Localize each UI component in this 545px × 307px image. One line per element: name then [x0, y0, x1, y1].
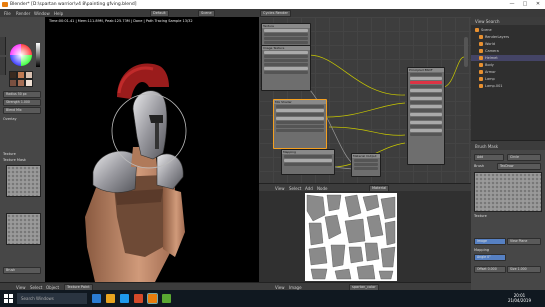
- properties-editor[interactable]: Add Circle Brush TexDraw Texture Image V…: [471, 150, 545, 290]
- ne-menu-add[interactable]: Add: [305, 186, 313, 191]
- texture-label: Texture: [474, 214, 487, 218]
- menu-help[interactable]: Help: [54, 11, 63, 16]
- swatch-fg[interactable]: [17, 71, 25, 79]
- mapping-label: Mapping: [474, 248, 490, 252]
- vp-menu-view[interactable]: View: [16, 285, 26, 290]
- brush-button[interactable]: Brush: [3, 267, 41, 274]
- outliner[interactable]: Scene RenderLayers World Camera Helmet B…: [471, 25, 545, 140]
- add-field[interactable]: Add: [474, 154, 504, 161]
- image-editor[interactable]: [259, 191, 471, 282]
- size-field[interactable]: Size 1.000: [507, 266, 541, 273]
- vp-menu-select[interactable]: Select: [30, 285, 42, 290]
- angle-field[interactable]: Angle 0°: [474, 254, 506, 261]
- world-icon: [479, 42, 483, 46]
- outliner-row[interactable]: Armor: [471, 69, 545, 75]
- swatch-primary[interactable]: [9, 71, 17, 79]
- swatch-5[interactable]: [17, 79, 25, 87]
- maximize-button[interactable]: □: [518, 1, 532, 8]
- 3d-viewport[interactable]: Time:00:01.41 | Mem:111.89M, Peak:125.73…: [45, 17, 259, 282]
- blender-logo-icon: [2, 2, 8, 7]
- swatch-bg[interactable]: [25, 71, 33, 79]
- close-button[interactable]: ✕: [531, 1, 545, 8]
- node-principled-bsdf[interactable]: Principled BSDF: [407, 67, 445, 165]
- layout-selector[interactable]: Default: [150, 10, 169, 17]
- ne-menu-view[interactable]: View: [275, 186, 285, 191]
- window-title: Blender* [D:\spartan warrior\v4 8\painti…: [10, 2, 137, 7]
- blender-taskbar-icon[interactable]: [147, 293, 158, 304]
- outliner-row[interactable]: Camera: [471, 48, 545, 54]
- node-mix-shader[interactable]: Mix Shader: [273, 99, 327, 149]
- lamp-icon: [479, 84, 483, 88]
- uv-islands: [306, 194, 396, 280]
- windows-start-icon[interactable]: [4, 294, 13, 303]
- node-editor-scrollbar[interactable]: [464, 37, 468, 67]
- lamp-icon: [479, 77, 483, 81]
- edge-icon[interactable]: [92, 294, 101, 303]
- outliner-row[interactable]: RenderLayers: [471, 34, 545, 40]
- outliner-row[interactable]: Scene: [471, 27, 545, 33]
- image-type-button[interactable]: Image: [474, 238, 506, 245]
- offset-field[interactable]: Offset 0.000: [474, 266, 506, 273]
- scene-selector[interactable]: Scene: [198, 10, 215, 17]
- color-wheel[interactable]: [9, 43, 33, 67]
- outliner-row[interactable]: Lamp.001: [471, 83, 545, 89]
- store-icon[interactable]: [120, 294, 129, 303]
- app-icon-2[interactable]: [162, 294, 171, 303]
- windows-taskbar: Search Windows 20:01 21/04/2019: [0, 290, 545, 307]
- ie-menu-image[interactable]: Image: [289, 285, 302, 290]
- outliner-row[interactable]: World: [471, 41, 545, 47]
- swatch-6[interactable]: [25, 79, 33, 87]
- taskbar-search[interactable]: Search Windows: [17, 293, 87, 304]
- outliner-row-selected[interactable]: Helmet: [471, 55, 545, 61]
- renderlayer-icon: [479, 35, 483, 39]
- swatch-4[interactable]: [9, 79, 17, 87]
- mask-texture-preview[interactable]: [6, 213, 41, 245]
- mesh-icon: [479, 70, 483, 74]
- overlay-title[interactable]: Overlay: [3, 117, 17, 121]
- texture-preview[interactable]: [474, 172, 542, 212]
- tool-shelf: Radius 50 px Strength 1.000 Blend Mix Ov…: [0, 17, 46, 282]
- menu-render[interactable]: Render: [16, 11, 30, 16]
- tab-options[interactable]: [0, 57, 6, 75]
- outliner-row[interactable]: Lamp: [471, 76, 545, 82]
- taskbar-clock[interactable]: 20:01 21/04/2019: [508, 293, 531, 303]
- vp-menu-object[interactable]: Object: [46, 285, 59, 290]
- outliner-row[interactable]: Body: [471, 62, 545, 68]
- ie-menu-view[interactable]: View: [275, 285, 285, 290]
- camera-icon: [479, 49, 483, 53]
- texture-mask-label: Texture Mask: [3, 158, 26, 162]
- ne-menu-node[interactable]: Node: [317, 186, 327, 191]
- spartan-model-render: [85, 63, 187, 282]
- radius-field[interactable]: Radius 50 px: [3, 91, 41, 98]
- mesh-icon: [479, 56, 483, 60]
- properties-title[interactable]: Brush Mask: [475, 144, 498, 149]
- outliner-header-label[interactable]: View Search: [475, 19, 500, 24]
- value-slider[interactable]: [36, 43, 40, 67]
- render-engine-selector[interactable]: Cycles Render: [260, 10, 291, 17]
- strength-field[interactable]: Strength 1.000: [3, 99, 41, 106]
- tab-tools[interactable]: [0, 37, 6, 55]
- uv-texture-image[interactable]: [305, 193, 397, 281]
- ne-menu-select[interactable]: Select: [289, 186, 301, 191]
- blend-field[interactable]: Blend Mix: [3, 107, 41, 114]
- app-icon[interactable]: [134, 294, 143, 303]
- circle-field[interactable]: Circle: [507, 154, 541, 161]
- minimize-button[interactable]: —: [505, 1, 519, 8]
- brush-selector[interactable]: TexDraw: [497, 163, 541, 170]
- explorer-icon[interactable]: [106, 294, 115, 303]
- node-mapping[interactable]: Mapping: [281, 149, 335, 175]
- window-titlebar: Blender* [D:\spartan warrior\v4 8\painti…: [0, 0, 545, 9]
- texture-title[interactable]: Texture: [3, 152, 16, 156]
- brush-texture-preview[interactable]: [6, 165, 41, 197]
- node-material-output[interactable]: Material Output: [351, 153, 381, 177]
- menu-window[interactable]: Window: [34, 11, 50, 16]
- brush-label: Brush: [474, 164, 485, 168]
- mesh-icon: [479, 63, 483, 67]
- mapping-view-plane[interactable]: View Plane: [507, 238, 541, 245]
- node-editor[interactable]: Texture Image Texture Mix Shader Princip…: [259, 17, 471, 183]
- menu-file[interactable]: File: [4, 11, 11, 16]
- scene-icon: [475, 28, 479, 32]
- node-image-texture[interactable]: Image Texture: [261, 45, 311, 91]
